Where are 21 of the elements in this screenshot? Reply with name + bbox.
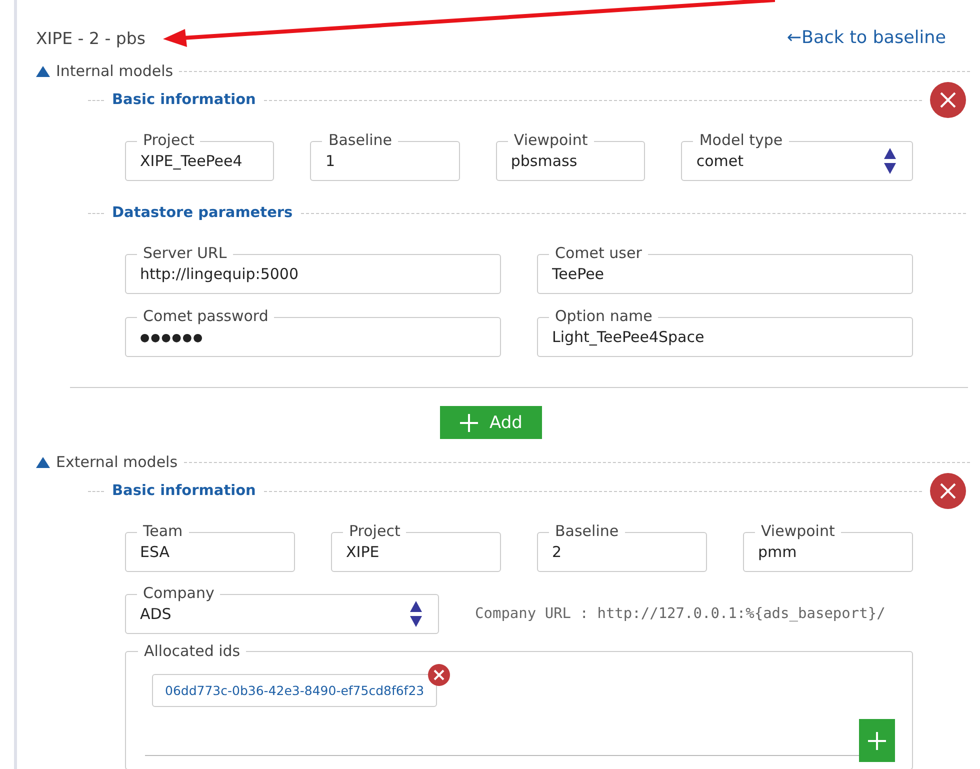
plus-icon <box>867 730 887 750</box>
group-title: Datastore parameters <box>112 205 293 221</box>
sort-arrows-icon <box>410 601 422 627</box>
page-title: XIPE - 2 - pbs <box>36 28 146 48</box>
remove-icon[interactable] <box>428 664 450 686</box>
close-button[interactable] <box>930 473 966 509</box>
sort-arrows-icon <box>884 148 896 174</box>
id-tag[interactable]: 06dd773c-0b36-42e3-8490-ef75cd8f6f23 <box>152 674 438 707</box>
collapse-icon[interactable] <box>36 456 50 468</box>
company-url-text: Company URL : http://127.0.0.1:%{ads_baseport}/ <box>475 606 886 622</box>
group-title: Basic information <box>112 483 256 499</box>
close-button[interactable] <box>930 82 966 118</box>
plus-icon <box>460 414 478 432</box>
collapse-icon[interactable] <box>36 66 50 76</box>
back-link[interactable]: ←Back to baseline <box>786 28 946 48</box>
add-button[interactable] <box>859 719 895 762</box>
close-icon <box>939 91 957 109</box>
section-title: Internal models <box>56 62 174 80</box>
section-title: External models <box>56 453 178 471</box>
close-icon <box>939 482 957 500</box>
group-title: Basic information <box>112 92 256 108</box>
